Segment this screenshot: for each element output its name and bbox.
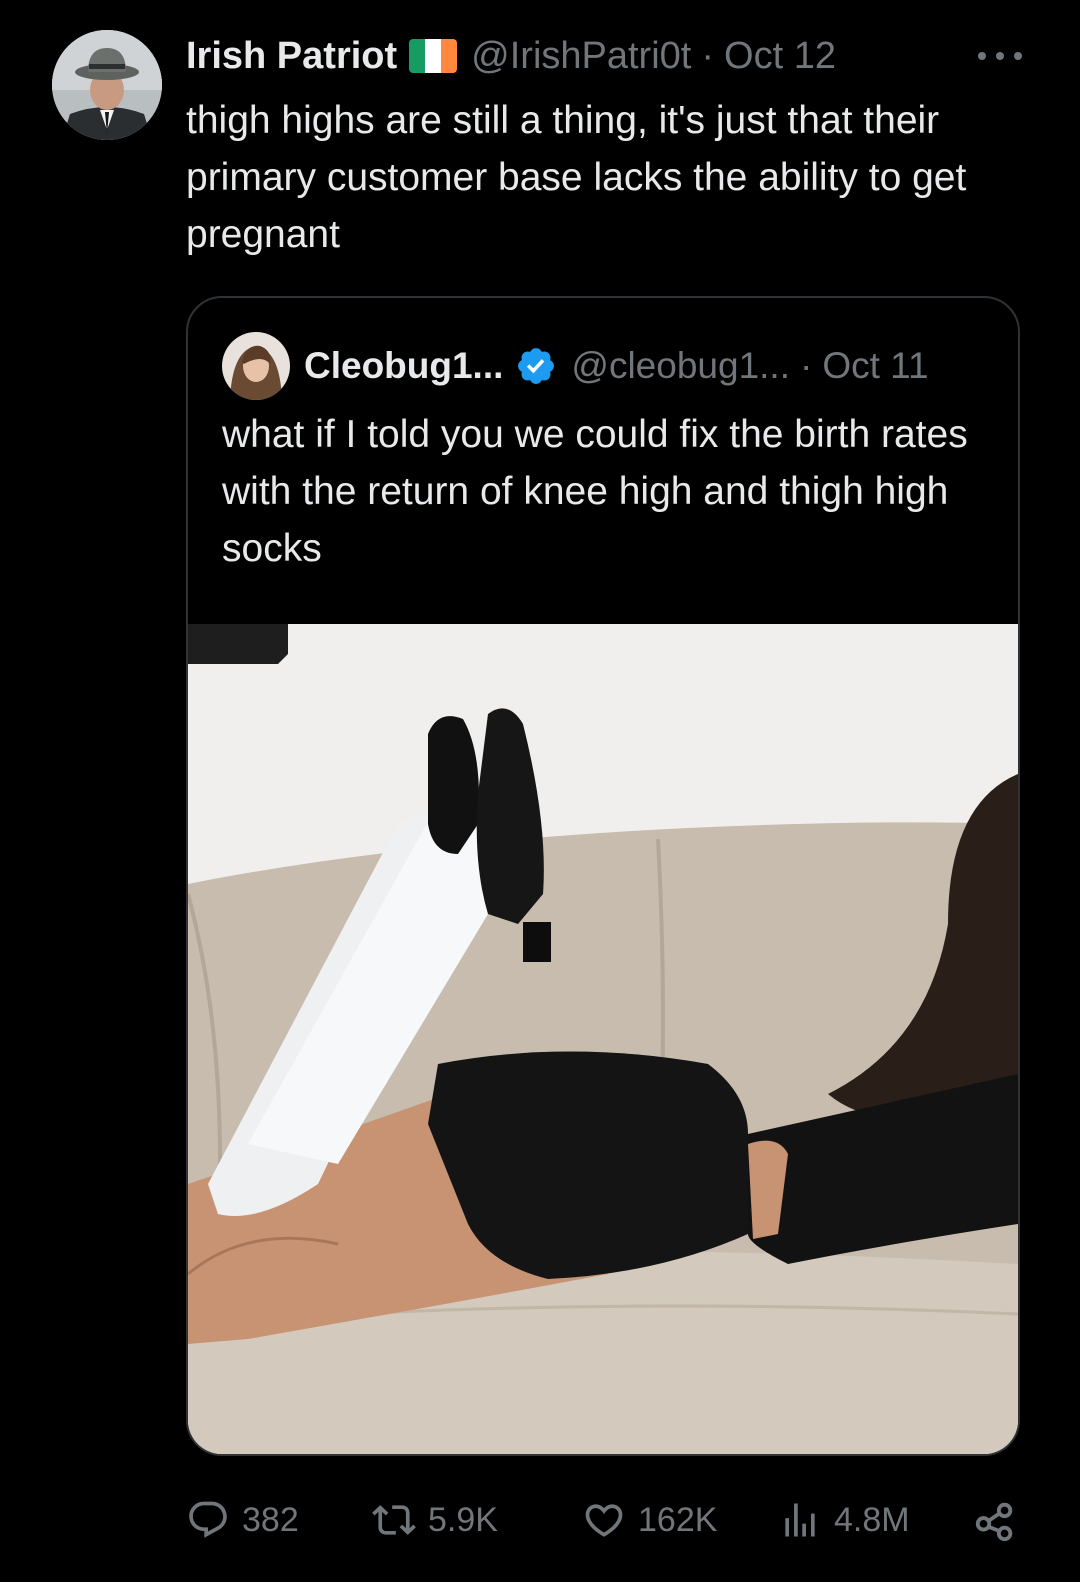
author-avatar[interactable] bbox=[52, 30, 162, 140]
header-separator: · bbox=[701, 34, 715, 77]
repost-button[interactable]: 5.9K bbox=[372, 1490, 498, 1550]
views-bar-chart-icon bbox=[778, 1498, 822, 1542]
ireland-flag-icon bbox=[409, 39, 458, 73]
author-display-name[interactable]: Irish Patriot bbox=[186, 35, 397, 78]
quoted-tweet-header: Cleobug1... @cleobug1... · Oct 11 bbox=[304, 338, 929, 394]
tweet-text: thigh highs are still a thing, it's just… bbox=[186, 99, 967, 256]
quoted-tweet[interactable]: Cleobug1... @cleobug1... · Oct 11 what i… bbox=[186, 296, 1020, 1456]
share-button[interactable] bbox=[972, 1490, 1018, 1550]
quoted-header-separator: · bbox=[800, 345, 813, 386]
tweet-date[interactable]: Oct 12 bbox=[724, 35, 836, 78]
more-dot bbox=[1014, 52, 1022, 60]
flag-stripe-orange bbox=[441, 39, 458, 73]
like-count: 162K bbox=[638, 1500, 718, 1539]
quoted-tweet-text: what if I told you we could fix the birt… bbox=[222, 413, 968, 570]
views-count: 4.8M bbox=[834, 1500, 910, 1539]
quoted-author-handle[interactable]: @cleobug1... bbox=[571, 345, 790, 387]
more-horizontal-icon[interactable] bbox=[978, 44, 1022, 68]
quoted-tweet-date[interactable]: Oct 11 bbox=[822, 345, 928, 387]
reply-button[interactable]: 382 bbox=[186, 1490, 299, 1550]
repost-count: 5.9K bbox=[428, 1500, 498, 1539]
like-button[interactable]: 162K bbox=[582, 1490, 717, 1550]
flag-stripe-green bbox=[409, 39, 426, 73]
quoted-author-avatar[interactable] bbox=[222, 332, 290, 400]
reply-count: 382 bbox=[242, 1500, 299, 1539]
views-button[interactable]: 4.8M bbox=[778, 1490, 910, 1550]
quoted-author-display-name[interactable]: Cleobug1... bbox=[304, 345, 503, 387]
more-dot bbox=[978, 52, 986, 60]
verified-badge-icon bbox=[515, 345, 557, 387]
tweet-header: Irish Patriot @IrishPatri0t · Oct 12 bbox=[186, 30, 836, 82]
more-dot bbox=[996, 52, 1004, 60]
tweet-action-bar: 382 5.9K 162K 4.8M bbox=[186, 1490, 1026, 1550]
author-handle[interactable]: @IrishPatri0t bbox=[471, 35, 691, 78]
tweet[interactable]: Irish Patriot @IrishPatri0t · Oct 12 thi… bbox=[0, 0, 1080, 1582]
heart-icon bbox=[582, 1498, 626, 1542]
share-icon bbox=[972, 1497, 1018, 1543]
flag-stripe-white bbox=[425, 39, 442, 73]
quoted-tweet-image[interactable] bbox=[188, 624, 1018, 1454]
reply-icon bbox=[186, 1498, 230, 1542]
repost-icon bbox=[372, 1498, 416, 1542]
